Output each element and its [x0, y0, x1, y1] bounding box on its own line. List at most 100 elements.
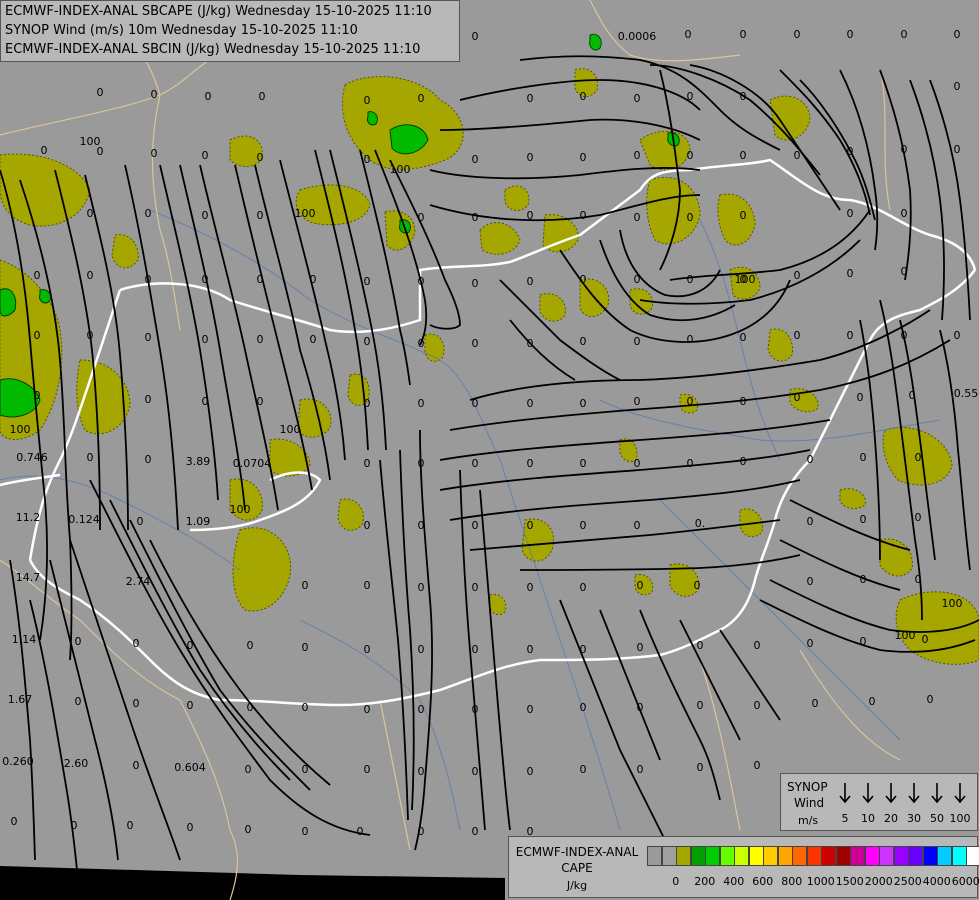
cin-value-label: 0: [847, 329, 854, 342]
cin-value-label: 0: [580, 581, 587, 594]
map-title-box: ECMWF-INDEX-ANAL SBCAPE (J/kg) Wednesday…: [0, 0, 460, 62]
cin-value-label: 0: [527, 92, 534, 105]
cin-value-label: 0: [205, 90, 212, 103]
cin-value-label: 0: [637, 701, 644, 714]
cin-value-label: 0: [634, 149, 641, 162]
cin-value-label: 0: [954, 329, 961, 342]
cin-value-label: 0: [909, 389, 916, 402]
wind-arrow-icon: [908, 782, 920, 804]
cin-value-label: 0: [901, 207, 908, 220]
cin-value-label: 0: [901, 28, 908, 41]
cin-value-label: 0: [472, 457, 479, 470]
cin-value-label: 0.55: [954, 387, 979, 400]
cin-value-label: 0: [915, 451, 922, 464]
cin-value-label: 1.67: [8, 693, 33, 706]
cin-value-label: 0: [34, 329, 41, 342]
cin-value-label: 0: [247, 639, 254, 652]
cin-value-label: 100: [80, 135, 101, 148]
cin-value-label: 0: [915, 573, 922, 586]
cape-tick-label: 600: [752, 875, 774, 888]
wind-legend-tick: 20: [884, 812, 898, 825]
cape-color-swatch: [835, 846, 851, 866]
cape-color-swatch: [937, 846, 952, 866]
cin-value-label: 0: [634, 92, 641, 105]
cin-value-label: 0: [922, 633, 929, 646]
cape-color-swatch: [893, 846, 909, 866]
cin-value-label: 0: [580, 335, 587, 348]
cin-value-label: 0: [634, 519, 641, 532]
cin-value-label: 0.124: [68, 513, 100, 526]
cin-value-label: 0: [634, 395, 641, 408]
cape-tick-label: 0: [672, 875, 680, 888]
cin-value-label: 0: [794, 269, 801, 282]
cin-value-label: 0: [754, 759, 761, 772]
cin-value-label: 0: [133, 759, 140, 772]
cin-value-label: 0: [302, 579, 309, 592]
cape-tick-label: 4000: [922, 875, 951, 888]
cin-value-label: 0: [97, 86, 104, 99]
cin-value-label: 0: [418, 643, 425, 656]
cin-value-label: 0: [527, 581, 534, 594]
cin-value-label: 0: [364, 335, 371, 348]
cin-value-label: 0: [740, 90, 747, 103]
wind-arrow-icon: [954, 782, 966, 804]
cin-value-label: 0: [847, 145, 854, 158]
cape-color-swatch: [676, 846, 691, 866]
cin-value-label: 0: [860, 451, 867, 464]
cin-value-label: 0: [127, 819, 134, 832]
cin-value-label: 0: [257, 273, 264, 286]
cape-tick-label: 200: [694, 875, 716, 888]
cin-value-label: 100: [10, 423, 31, 436]
cin-value-label: 0: [527, 765, 534, 778]
cin-value-label: 0: [847, 267, 854, 280]
wind-legend-tick: 10: [861, 812, 875, 825]
cin-value-label: 0: [807, 453, 814, 466]
cape-tick-label: 1000: [806, 875, 835, 888]
cin-value-label: 0: [954, 28, 961, 41]
cin-value-label: 0: [580, 457, 587, 470]
cin-value-label: 0: [847, 207, 854, 220]
cin-value-label: 0: [740, 28, 747, 41]
cin-value-label: 0: [857, 391, 864, 404]
cin-value-label: 0: [418, 92, 425, 105]
cin-value-label: 0: [418, 337, 425, 350]
cin-value-label: 0: [527, 643, 534, 656]
cin-value-label: 0: [694, 579, 701, 592]
cin-value-label: 0: [257, 151, 264, 164]
cin-value-label: 0: [145, 331, 152, 344]
cin-value-label: 0: [310, 273, 317, 286]
cin-value-label: 0: [869, 695, 876, 708]
cin-value-label: 0: [472, 30, 479, 43]
cape-color-swatch: [777, 846, 793, 866]
cin-value-label: 0: [145, 273, 152, 286]
cin-value-label: 0: [580, 209, 587, 222]
cin-value-label: 0: [302, 825, 309, 838]
cin-value-label: 100: [280, 423, 301, 436]
cape-color-swatch: [763, 846, 778, 866]
cin-value-label: 0: [527, 337, 534, 350]
cin-value-label: 0: [364, 94, 371, 107]
cin-value-label: 0: [637, 641, 644, 654]
cin-value-label: 2.60: [64, 757, 89, 770]
cin-value-label: 100: [895, 629, 916, 642]
cin-value-label: 0: [954, 143, 961, 156]
cin-value-label: 0: [697, 761, 704, 774]
cin-value-label: 0: [754, 639, 761, 652]
cin-value-label: 0: [527, 151, 534, 164]
cin-value-label: 0: [812, 697, 819, 710]
cin-value-label: 0: [580, 273, 587, 286]
cin-value-label: 0.604: [174, 761, 206, 774]
cin-value-label: 0.0006: [618, 30, 657, 43]
cin-value-label: 0: [472, 643, 479, 656]
cin-value-label: 0: [637, 763, 644, 776]
cin-value-label: 0: [794, 28, 801, 41]
cin-value-label: 0: [847, 28, 854, 41]
cin-value-label: 0: [794, 149, 801, 162]
cin-value-label: 0: [364, 153, 371, 166]
cin-value-label: 0: [418, 211, 425, 224]
cin-value-label: 0: [687, 149, 694, 162]
cin-value-label: 0: [697, 639, 704, 652]
weather-map[interactable]: 0 0 0 0 0 0 0 0 0 0 0 0 0 0 0 0.0006 0 0 0 0 0 0 0 0 0 0 0 0 0 0 0 0 0 0 0…: [0, 0, 979, 900]
cin-value-label: 100: [735, 273, 756, 286]
cin-value-label: 0: [257, 395, 264, 408]
